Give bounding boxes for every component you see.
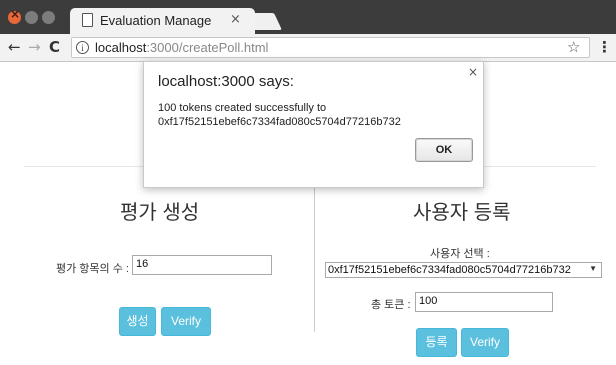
right-panel-heading: 사용자 등록 <box>413 202 511 224</box>
ok-button[interactable]: OK <box>415 138 473 162</box>
menu-icon[interactable]: ⋮ <box>597 38 612 56</box>
reload-icon[interactable]: C <box>49 38 60 56</box>
user-select[interactable]: 0xf17f52151ebef6c7334fad080c5704d77216b7… <box>325 262 602 278</box>
create-button[interactable]: 생성 <box>119 307 156 336</box>
window-maximize-button[interactable] <box>42 11 55 24</box>
window-close-button[interactable] <box>8 7 21 24</box>
dialog-message-line1: 100 tokens created successfully to <box>158 102 327 114</box>
register-button[interactable]: 등록 <box>416 328 457 357</box>
dialog-message: 100 tokens created successfully to 0xf17… <box>158 101 478 129</box>
items-count-input[interactable]: 16 <box>132 255 272 275</box>
browser-toolbar: ← → C i localhost:3000/createPoll.html ☆… <box>0 34 616 62</box>
star-icon[interactable]: ☆ <box>567 38 580 56</box>
total-token-label: 총 토큰 : <box>371 299 411 311</box>
left-panel-heading: 평가 생성 <box>120 202 200 224</box>
address-bar[interactable]: i localhost:3000/createPoll.html ☆ <box>71 37 590 58</box>
items-count-label: 평가 항목의 수 : <box>56 263 129 275</box>
alert-dialog: localhost:3000 says: × 100 tokens create… <box>143 61 484 188</box>
total-token-input[interactable]: 100 <box>415 292 553 312</box>
forward-arrow-icon[interactable]: → <box>28 38 41 56</box>
info-icon[interactable]: i <box>76 41 89 54</box>
url-text: localhost:3000/createPoll.html <box>95 40 268 55</box>
url-host: localhost <box>95 40 147 55</box>
tab-title: Evaluation Manage <box>100 13 212 28</box>
verify-button-left[interactable]: Verify <box>161 307 211 336</box>
browser-tab[interactable]: Evaluation Manage × <box>70 8 255 34</box>
verify-button-right[interactable]: Verify <box>461 328 509 357</box>
panel-divider <box>314 182 315 332</box>
page-icon <box>82 13 93 27</box>
dialog-title: localhost:3000 says: <box>158 73 294 90</box>
user-select-label: 사용자 선택 : <box>430 248 490 260</box>
close-icon[interactable]: × <box>468 65 478 79</box>
dialog-message-line2: 0xf17f52151ebef6c7334fad080c5704d77216b7… <box>158 116 401 128</box>
back-arrow-icon[interactable]: ← <box>8 38 21 56</box>
tab-close-icon[interactable]: × <box>230 12 241 27</box>
chevron-down-icon: ▼ <box>589 264 597 273</box>
window-minimize-button[interactable] <box>25 11 38 24</box>
user-select-value: 0xf17f52151ebef6c7334fad080c5704d77216b7… <box>328 264 571 276</box>
window-titlebar: Evaluation Manage × <box>0 0 616 34</box>
url-path: :3000/createPoll.html <box>146 40 269 55</box>
